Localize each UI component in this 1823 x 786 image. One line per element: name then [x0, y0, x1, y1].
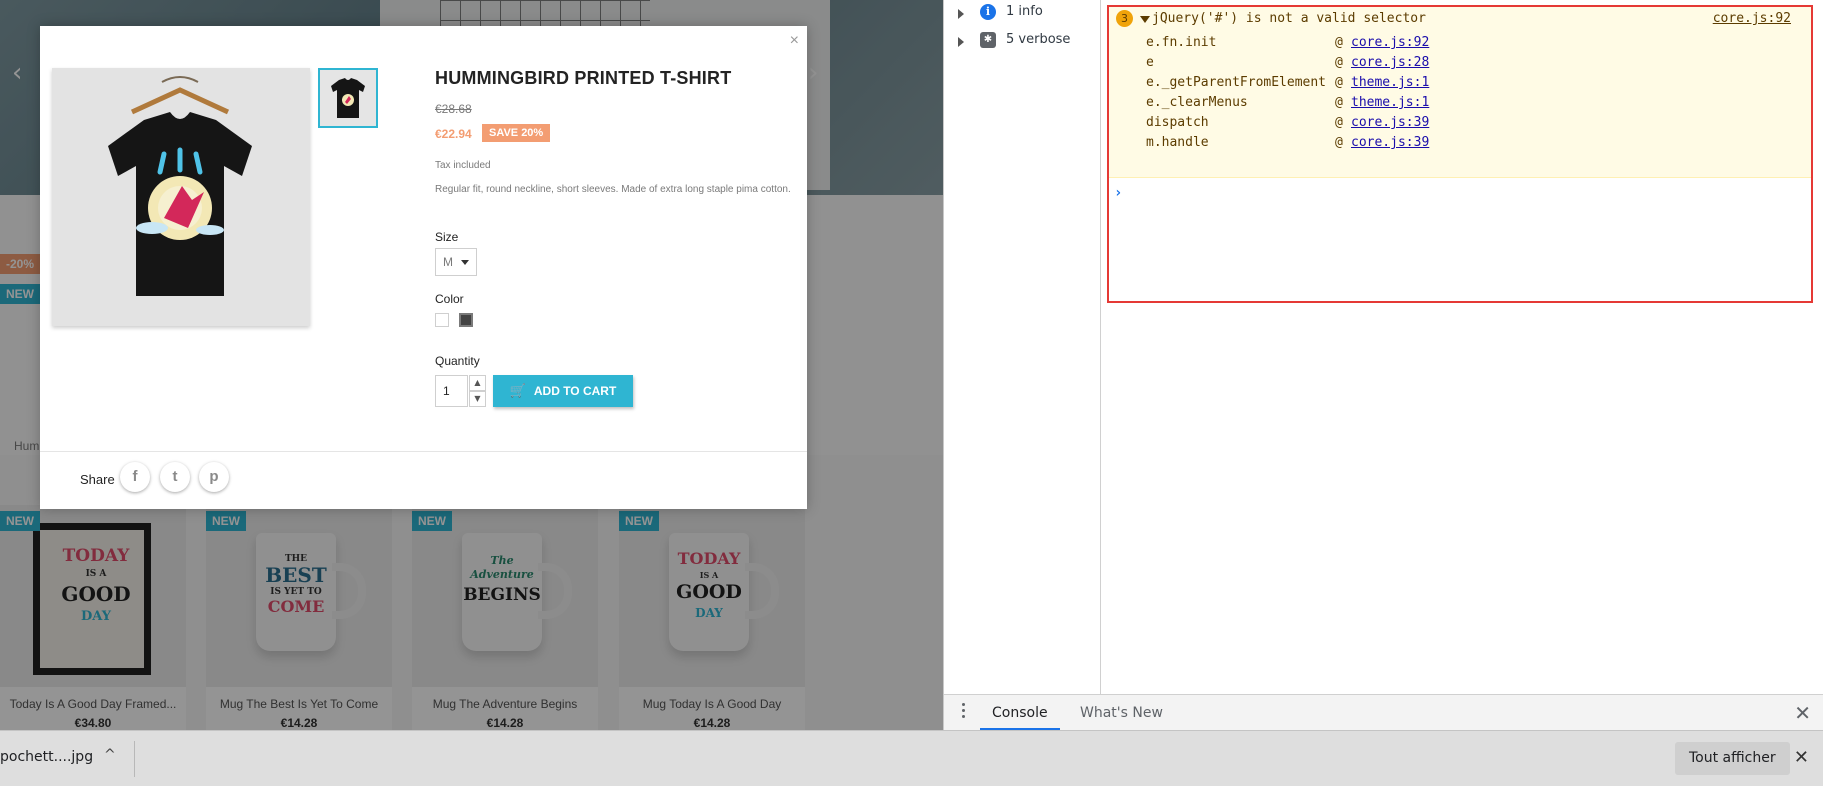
quantity-decrement-icon[interactable]: ▼ [469, 391, 486, 407]
console-output: 3 jQuery('#') is not a valid selector co… [1102, 0, 1823, 694]
quick-view-modal: × HUMMINGBIRD PRINTED T-SHIRT €28.68 €22… [40, 26, 807, 509]
chevron-down-icon [461, 260, 469, 265]
tax-label: Tax included [435, 160, 491, 171]
quantity-input[interactable]: 1 [435, 375, 468, 407]
console-prompt-icon[interactable]: › [1114, 185, 1122, 201]
tshirt-image [52, 68, 310, 326]
stack-source-link[interactable]: theme.js:1 [1351, 75, 1429, 90]
close-icon[interactable]: ✕ [1794, 701, 1811, 725]
size-label: Size [435, 230, 459, 244]
sidebar-item-label: 1 info [1006, 4, 1043, 19]
quantity-increment-icon[interactable]: ▲ [469, 375, 486, 391]
stack-function: e [1146, 55, 1154, 70]
more-options-icon[interactable] [962, 703, 966, 721]
console-sidebar: i 1 info ✱ 5 verbose [944, 0, 1101, 694]
expand-arrow-icon[interactable] [958, 9, 964, 19]
devtools-panel: i 1 info ✱ 5 verbose 3 jQuery('#') is no… [944, 0, 1823, 731]
show-all-button[interactable]: Tout afficher [1675, 742, 1790, 775]
stack-at: @ [1335, 75, 1343, 90]
shop-page: ‹ › -20% NEW Hum TODAY IS A GOOD DAY NEW… [0, 0, 943, 730]
product-title: HUMMINGBIRD PRINTED T-SHIRT [435, 68, 732, 88]
product-description: Regular fit, round neckline, short sleev… [435, 184, 791, 195]
stack-source-link[interactable]: core.js:28 [1351, 55, 1429, 70]
tab-whats-new[interactable]: What's New [1068, 695, 1175, 731]
stack-source-link[interactable]: theme.js:1 [1351, 95, 1429, 110]
facebook-icon[interactable]: f [120, 462, 150, 492]
stack-at: @ [1335, 135, 1343, 150]
product-thumbnail[interactable] [318, 68, 378, 128]
product-main-image[interactable] [52, 68, 310, 326]
quantity-label: Quantity [435, 354, 480, 368]
stack-at: @ [1335, 35, 1343, 50]
divider [134, 741, 135, 777]
expand-triangle-icon[interactable] [1140, 16, 1150, 23]
regular-price: €28.68 [435, 102, 472, 116]
twitter-icon[interactable]: t [160, 462, 190, 492]
discount-badge: SAVE 20% [482, 124, 551, 142]
size-value: M [443, 255, 453, 269]
stack-function: e._getParentFromElement [1146, 75, 1327, 90]
stack-at: @ [1335, 55, 1343, 70]
chevron-up-icon[interactable]: ^ [104, 747, 116, 763]
highlighted-console-region: 3 jQuery('#') is not a valid selector co… [1107, 5, 1813, 303]
close-icon[interactable]: ✕ [1794, 747, 1809, 768]
color-swatch-white[interactable] [435, 313, 449, 327]
warning-text: jQuery('#') is not a valid selector [1152, 11, 1426, 26]
close-icon[interactable]: × [790, 32, 799, 50]
pinterest-icon[interactable]: p [199, 462, 229, 492]
expand-arrow-icon[interactable] [958, 37, 964, 47]
bug-icon: ✱ [980, 32, 996, 48]
sidebar-item-label: 5 verbose [1006, 32, 1071, 47]
share-label: Share [80, 472, 115, 487]
stack-at: @ [1335, 115, 1343, 130]
stack-source-link[interactable]: core.js:39 [1351, 115, 1429, 130]
stack-at: @ [1335, 95, 1343, 110]
stack-function: m.handle [1146, 135, 1209, 150]
download-item[interactable]: pochett....jpg [0, 749, 93, 765]
size-select[interactable]: M [435, 248, 477, 276]
download-shelf: pochett....jpg ^ Tout afficher ✕ [0, 730, 1823, 786]
stack-function: e._clearMenus [1146, 95, 1248, 110]
console-warning-message[interactable]: 3 jQuery('#') is not a valid selector co… [1109, 7, 1811, 178]
color-swatch-black[interactable] [459, 313, 473, 327]
drawer-tab-bar: Console What's New ✕ [944, 694, 1823, 731]
color-label: Color [435, 292, 464, 306]
tab-console[interactable]: Console [980, 695, 1060, 731]
warning-count-badge: 3 [1116, 10, 1133, 27]
divider [40, 451, 807, 452]
add-to-cart-label: ADD TO CART [533, 384, 617, 398]
stack-function: dispatch [1146, 115, 1209, 130]
source-link[interactable]: core.js:92 [1713, 11, 1791, 26]
add-to-cart-button[interactable]: 🛒 ADD TO CART [493, 375, 633, 407]
info-icon: i [980, 4, 996, 20]
stack-source-link[interactable]: core.js:39 [1351, 135, 1429, 150]
cart-icon: 🛒 [509, 383, 526, 398]
stack-function: e.fn.init [1146, 35, 1217, 50]
stack-source-link[interactable]: core.js:92 [1351, 35, 1429, 50]
current-price: €22.94 [435, 127, 472, 141]
tshirt-thumbnail-image [331, 78, 365, 118]
